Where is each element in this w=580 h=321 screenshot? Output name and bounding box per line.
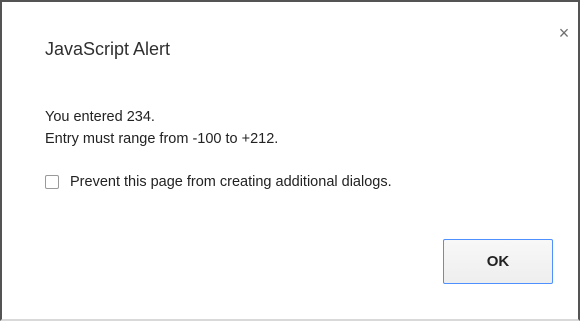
- dialog-title: JavaScript Alert: [45, 39, 171, 59]
- close-icon: ×: [558, 22, 570, 43]
- suppress-dialogs-checkbox[interactable]: [45, 175, 59, 189]
- javascript-alert-dialog: JavaScript Alert × You entered 234. Entr…: [0, 0, 580, 321]
- suppress-dialogs-option[interactable]: Prevent this page from creating addition…: [45, 174, 392, 190]
- close-button[interactable]: ×: [554, 22, 574, 44]
- message-line: You entered 234.: [45, 109, 155, 125]
- ok-button[interactable]: OK: [443, 239, 553, 284]
- alert-message: You entered 234. Entry must range from -…: [45, 106, 278, 150]
- suppress-dialogs-label: Prevent this page from creating addition…: [70, 174, 392, 190]
- message-line: Entry must range from -100 to +212.: [45, 131, 279, 147]
